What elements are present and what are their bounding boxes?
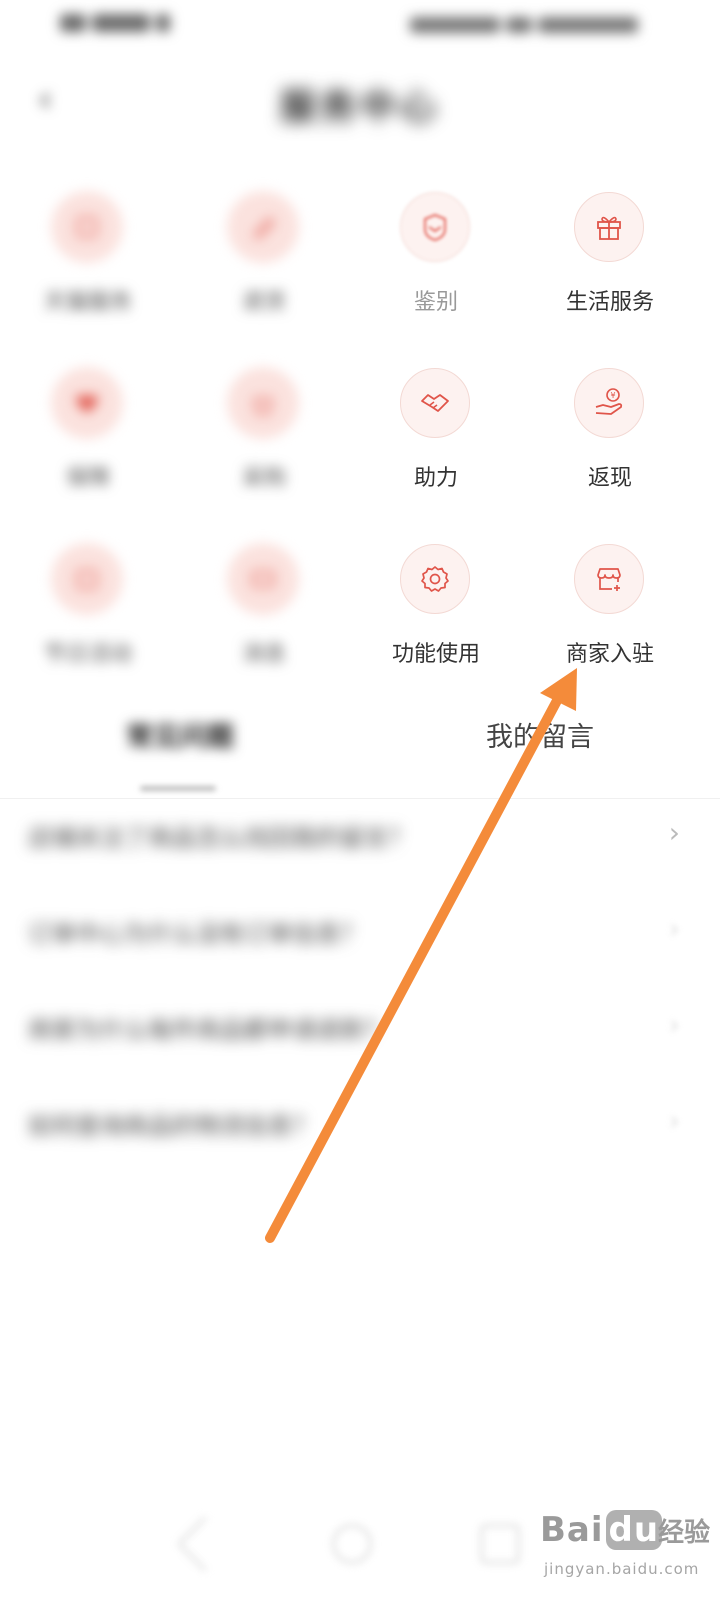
- grid-item-label: 助力: [413, 466, 458, 491]
- cashback-hand-icon: ¥: [574, 368, 644, 438]
- faq-question: 商家为什么每件商品都申请退款？: [28, 1016, 388, 1044]
- nav-home-icon[interactable]: [332, 1524, 372, 1564]
- gear-icon: [400, 544, 470, 614]
- faq-list-item[interactable]: 商家为什么每件商品都申请退款？ ›: [0, 980, 720, 1076]
- app-header: ‹ 服务中心: [0, 60, 720, 140]
- grid-item-return[interactable]: 退货: [176, 188, 352, 338]
- heart-icon: [52, 368, 122, 438]
- shield-icon: [400, 192, 470, 262]
- chevron-right-icon: ›: [668, 816, 680, 849]
- grid-item-label: 采购: [241, 466, 286, 491]
- chevron-right-icon: ›: [668, 1104, 680, 1137]
- tab-my-messages[interactable]: 我的留言: [360, 708, 720, 788]
- page-title: 服务中心: [279, 87, 440, 128]
- grid-item-label: 天猫服务: [43, 290, 132, 315]
- grid-item-message[interactable]: 消息: [176, 540, 352, 690]
- watermark-bai: Bai: [540, 1510, 604, 1550]
- grid-item-zhuli[interactable]: 助力: [348, 364, 524, 514]
- store-add-icon: [574, 544, 644, 614]
- grid-item-label: 生活服务: [565, 290, 654, 315]
- grid-item-life-service[interactable]: 生活服务: [522, 188, 698, 338]
- faq-list-item[interactable]: 如何查询商品的物流信息？ ›: [0, 1076, 720, 1172]
- baidu-jingyan-watermark: Bai du 经验 jingyan.baidu.com: [540, 1498, 710, 1588]
- status-bar: [0, 0, 720, 50]
- nav-recent-apps-icon[interactable]: [480, 1524, 520, 1564]
- svg-text:¥: ¥: [610, 391, 615, 400]
- faq-list-item[interactable]: 店铺关注了商品怎么找回我的留言？ ›: [0, 788, 720, 884]
- grid-item-label: 退货: [241, 290, 286, 315]
- grid-item-label: 返现: [587, 466, 632, 491]
- service-grid: 天猫服务 退货 鉴别 生活服务 保障 采购 助力 ¥ 返现 节日活动 消息 功能…: [0, 188, 720, 688]
- grid-item-label: 功能使用: [391, 642, 480, 667]
- grid-item-label: 消息: [241, 642, 286, 667]
- chevron-right-icon: ›: [668, 1008, 680, 1041]
- grid-item-label: 商家入驻: [565, 642, 654, 667]
- mail-icon: [228, 544, 298, 614]
- grid-item-label: 鉴别: [413, 290, 458, 315]
- grid-item-tianmao-service[interactable]: 天猫服务: [0, 188, 176, 338]
- grid-item-label: 节日活动: [43, 642, 132, 667]
- grid-item-jianbie[interactable]: 鉴别: [348, 188, 524, 338]
- faq-question: 订单中心为什么没有订单信息？: [28, 920, 364, 948]
- gift-icon: [574, 192, 644, 262]
- chevron-right-icon: ›: [668, 912, 680, 945]
- faq-question: 店铺关注了商品怎么找回我的留言？: [28, 824, 412, 852]
- pen-icon: [228, 192, 298, 262]
- grid-item-label: 保障: [65, 466, 110, 491]
- grid-item-calendar[interactable]: 节日活动: [0, 540, 176, 690]
- watermark-url: jingyan.baidu.com: [544, 1560, 700, 1578]
- handshake-icon: [400, 368, 470, 438]
- signal-indicators: [60, 12, 190, 36]
- faq-list-item[interactable]: 订单中心为什么没有订单信息？ ›: [0, 884, 720, 980]
- status-time-battery: [404, 14, 644, 34]
- watermark-brand: Bai du: [540, 1510, 664, 1550]
- tab-bar: 常见问题 我的留言: [0, 708, 720, 799]
- tab-faq[interactable]: 常见问题: [0, 708, 360, 788]
- bag-icon: [228, 368, 298, 438]
- badge-icon: [52, 192, 122, 262]
- faq-question: 如何查询商品的物流信息？: [28, 1112, 316, 1140]
- nav-back-icon[interactable]: [176, 1515, 234, 1573]
- grid-item-merchant-join[interactable]: 商家入驻: [522, 540, 698, 690]
- watermark-du: du: [605, 1510, 663, 1550]
- grid-item-function-use[interactable]: 功能使用: [348, 540, 524, 690]
- grid-item-purchase[interactable]: 采购: [176, 364, 352, 514]
- grid-item-fanxian[interactable]: ¥ 返现: [522, 364, 698, 514]
- grid-item-protect[interactable]: 保障: [0, 364, 176, 514]
- calendar-icon: [52, 544, 122, 614]
- watermark-jingyan: 经验: [658, 1518, 711, 1548]
